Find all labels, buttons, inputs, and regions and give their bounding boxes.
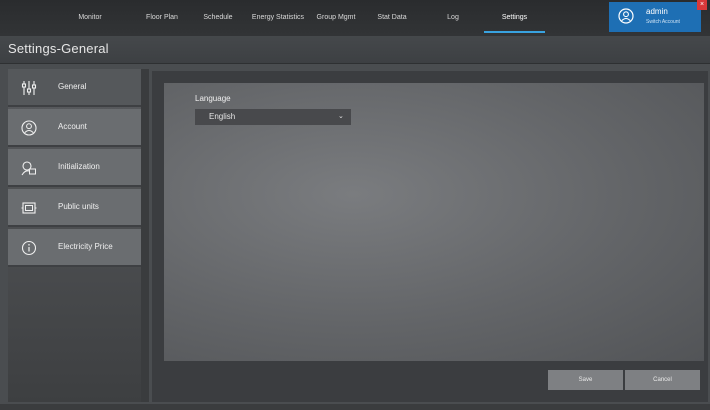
chevron-down-icon: ⌄ [338, 113, 344, 120]
unit-box-icon [21, 202, 37, 214]
sidebar-item-account[interactable]: Account [8, 109, 141, 147]
sidebar-item-electricity-price[interactable]: Electricity Price [8, 229, 141, 267]
user-monitor-icon [21, 161, 36, 176]
nav-label: Monitor [78, 14, 102, 21]
bottom-strip [0, 404, 710, 410]
sidebar-item-label: Public units [58, 202, 99, 211]
sliders-icon [21, 81, 37, 95]
page-header: Settings-General [0, 36, 710, 64]
page-title: Settings-General [8, 41, 109, 56]
sidebar-scrollbar[interactable] [141, 69, 149, 402]
active-tab-indicator [484, 31, 545, 33]
nav-monitor[interactable]: Monitor [68, 0, 112, 34]
sidebar-item-label: Account [58, 122, 87, 131]
user-name: admin [646, 7, 668, 16]
nav-stat-data[interactable]: Stat Data [370, 0, 414, 34]
sidebar-item-general[interactable]: General [8, 69, 141, 107]
nav-label: Floor Plan [146, 14, 178, 21]
nav-schedule[interactable]: Schedule [196, 0, 240, 34]
language-selected-value: English [209, 112, 236, 121]
nav-settings[interactable]: Settings [484, 0, 545, 34]
cancel-button[interactable]: Cancel [625, 370, 700, 390]
settings-sidebar: General Account Initialization Public un… [8, 69, 141, 402]
info-circle-icon [21, 240, 37, 256]
nav-log[interactable]: Log [433, 0, 473, 34]
user-account-box[interactable]: admin Switch Account [609, 2, 701, 32]
language-select[interactable]: English ⌄ [195, 109, 351, 125]
close-icon[interactable]: × [697, 0, 707, 10]
nav-label: Group Mgmt [316, 14, 356, 21]
sidebar-item-initialization[interactable]: Initialization [8, 149, 141, 187]
save-button[interactable]: Save [548, 370, 623, 390]
switch-account-link[interactable]: Switch Account [646, 19, 680, 25]
language-label: Language [195, 94, 231, 103]
sidebar-item-public-units[interactable]: Public units [8, 189, 141, 227]
sidebar-item-label: General [58, 82, 87, 91]
sidebar-item-label: Initialization [58, 162, 100, 171]
top-nav-bar: Monitor Floor Plan Schedule Energy Stati… [0, 0, 710, 36]
nav-label: Schedule [203, 14, 233, 21]
nav-label: Settings [501, 14, 528, 21]
nav-floor-plan[interactable]: Floor Plan [140, 0, 184, 34]
nav-group-mgmt[interactable]: Group Mgmt [310, 0, 362, 34]
nav-label: Energy Statistics [251, 14, 305, 21]
user-circle-icon [21, 120, 37, 136]
sidebar-item-label: Electricity Price [58, 242, 113, 251]
user-circle-icon [618, 8, 634, 24]
nav-label: Stat Data [377, 14, 407, 21]
nav-energy-statistics[interactable]: Energy Statistics [247, 0, 309, 34]
nav-label: Log [447, 14, 459, 21]
